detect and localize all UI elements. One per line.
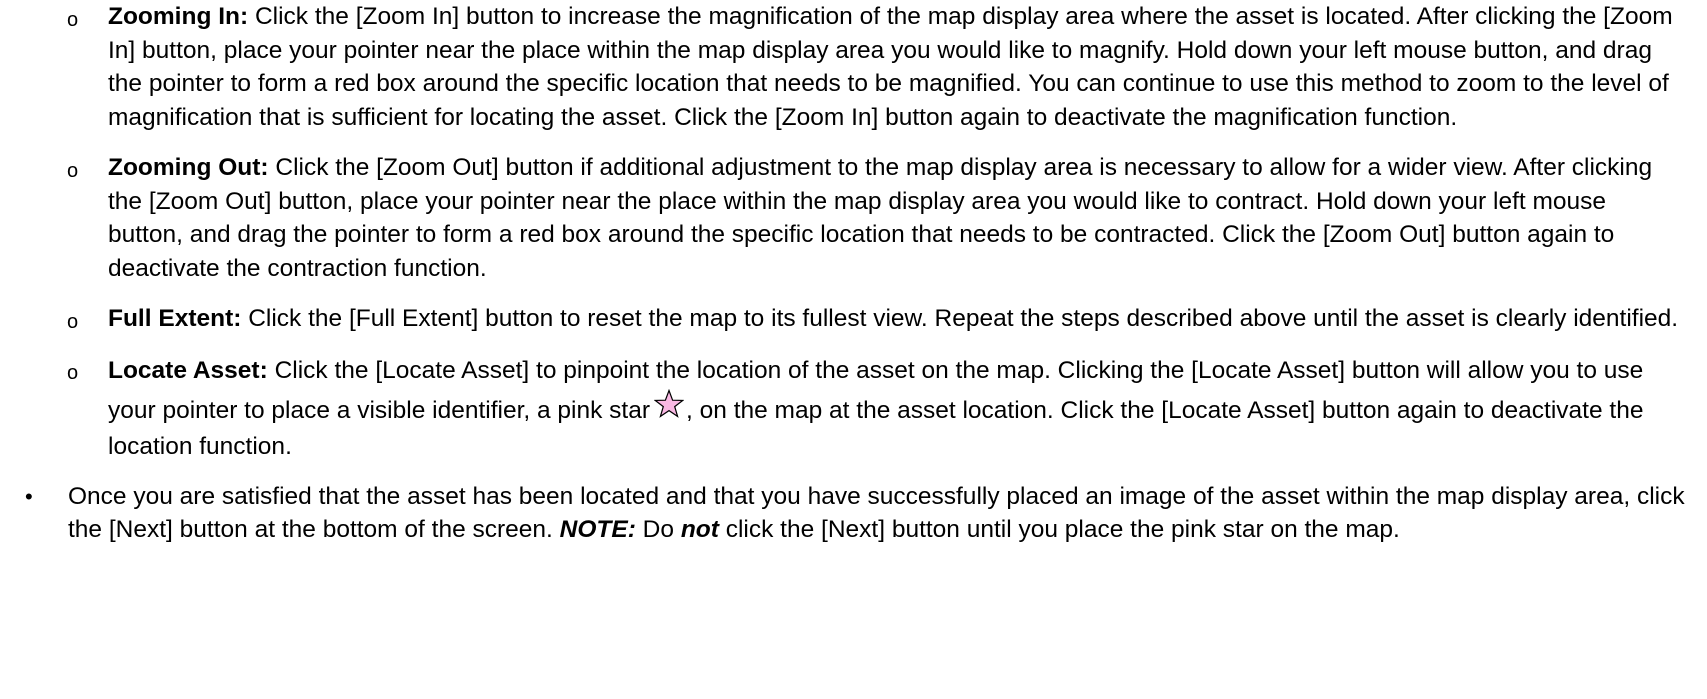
description-zooming-in: Click the [Zoom In] button to increase t… [108,3,1673,131]
description-zooming-out: Click the [Zoom Out] button if additiona… [108,154,1653,282]
list-item-next-step: • Once you are satisfied that the asset … [0,480,1707,547]
main-bullet: • [25,483,33,509]
sub-bullet: o [67,311,79,333]
sub-bullet: o [67,361,79,384]
list-item-zooming-out: o Zooming Out: Click the [Zoom Out] butt… [0,151,1707,285]
list-item-locate-asset: o Locate Asset: Click the [Locate Asset]… [0,353,1707,465]
list-item-zooming-in: o Zooming In: Click the [Zoom In] button… [0,0,1707,134]
next-step-text-3: click the [Next] button until you place … [718,516,1400,543]
list-item-full-extent: o Full Extent: Click the [Full Extent] b… [0,302,1707,336]
term-zooming-out: Zooming Out: [108,154,269,181]
term-full-extent: Full Extent: [108,305,242,332]
description-full-extent: Click the [Full Extent] button to reset … [241,305,1679,332]
note-label: NOTE: [559,516,636,543]
sub-bullet: o [67,160,79,182]
emphasis-not: not [680,516,719,543]
next-step-text-2: Do [635,516,681,543]
term-locate-asset: Locate Asset: [108,356,268,384]
sub-bullet: o [67,9,79,31]
instruction-document: o Zooming In: Click the [Zoom In] button… [0,0,1707,547]
term-zooming-in: Zooming In: [108,3,249,30]
pink-star-icon [654,388,685,418]
